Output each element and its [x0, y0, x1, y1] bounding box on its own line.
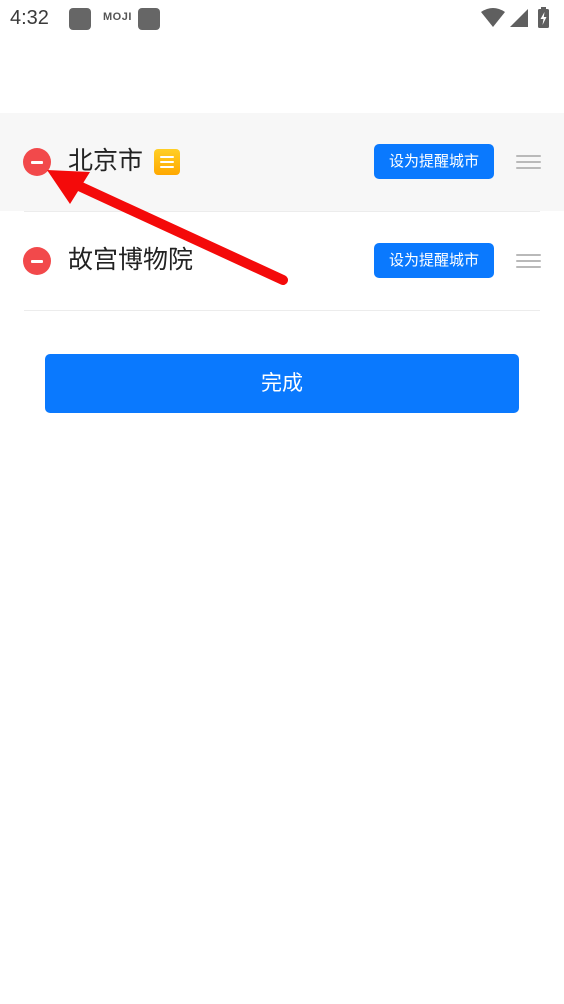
- drag-handle-icon[interactable]: [516, 250, 541, 272]
- city-row-palace-museum[interactable]: 故宫博物院 设为提醒城市: [0, 212, 564, 310]
- battery-charging-icon: [538, 7, 549, 28]
- set-reminder-city-button[interactable]: 设为提醒城市: [374, 144, 494, 179]
- city-row-beijing[interactable]: 北京市 设为提醒城市: [0, 113, 564, 211]
- status-bar: 4:32 MOJI: [0, 0, 564, 40]
- row-divider: [24, 310, 540, 311]
- notification-app-icon: [69, 8, 91, 30]
- city-manage-screen: 4:32 MOJI 北京市 设为提醒城市 故宫博物院 设为提醒城市 完成: [0, 0, 564, 1004]
- city-name: 故宫博物院: [68, 245, 194, 274]
- list-icon: [154, 149, 180, 175]
- cell-signal-icon: [510, 9, 528, 27]
- status-time: 4:32: [10, 7, 49, 29]
- notification-app-icon-2: [138, 8, 160, 30]
- set-reminder-city-button[interactable]: 设为提醒城市: [374, 243, 494, 278]
- done-button[interactable]: 完成: [45, 354, 519, 413]
- city-name: 北京市: [68, 146, 144, 175]
- wifi-icon: [481, 8, 505, 27]
- moji-notification-icon: MOJI: [103, 11, 132, 23]
- remove-city-button[interactable]: [23, 247, 51, 275]
- remove-city-button[interactable]: [23, 148, 51, 176]
- drag-handle-icon[interactable]: [516, 151, 541, 173]
- status-icons: [481, 7, 549, 28]
